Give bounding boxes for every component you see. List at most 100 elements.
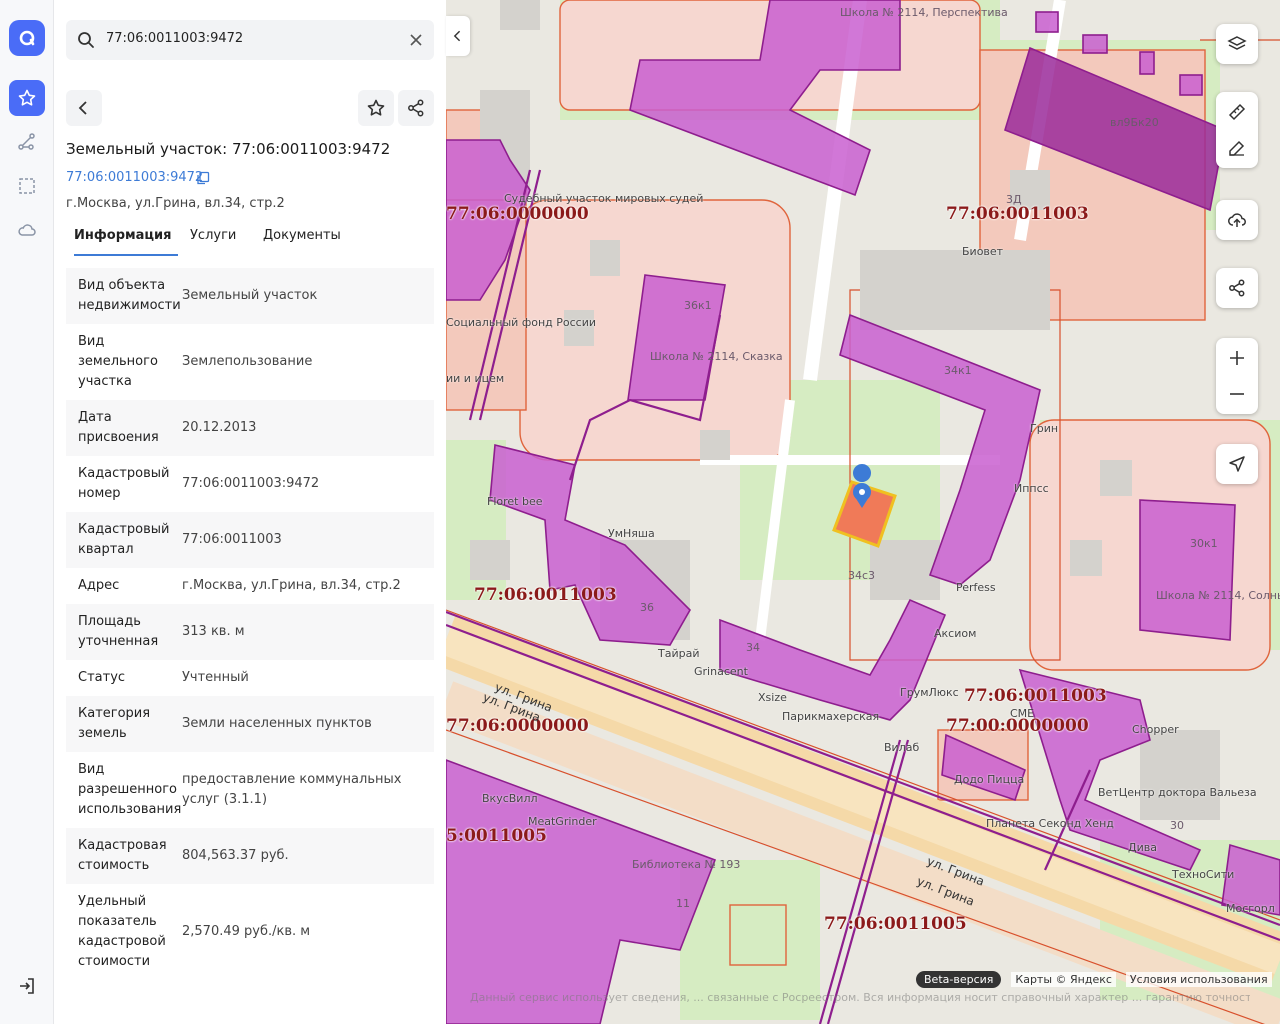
ruler-icon[interactable]	[1227, 102, 1247, 122]
building-label: Школа № 2114, Перспектива	[840, 6, 1008, 19]
cadastral-quarter-label: 77:06:0000000	[446, 204, 589, 224]
poi-label: Grinacent	[694, 665, 748, 678]
copyright-text[interactable]: Карты © Яндекс	[1011, 971, 1116, 987]
table-row: Кадастровый квартал 77:06:0011003	[66, 512, 434, 568]
chevron-left-icon	[78, 101, 87, 115]
tab-documents[interactable]: Документы	[263, 228, 341, 243]
share-button[interactable]	[398, 90, 434, 126]
field-label: Кадастровый квартал	[78, 522, 170, 557]
search-box[interactable]: 77:06:0011003:9472	[66, 20, 434, 60]
building-label: Школа № 2114, Сказка	[650, 350, 783, 363]
tab-bar: Информация Услуги Документы	[66, 224, 434, 256]
field-value: Землепользование	[182, 354, 313, 369]
address-text: г.Москва, ул.Грина, вл.34, стр.2	[66, 196, 285, 211]
upload-button[interactable]	[1216, 200, 1258, 240]
disclaimer-text: Данный сервис использует сведения, ... с…	[470, 991, 1250, 1004]
draw-tools-group	[1216, 92, 1258, 168]
clear-search-icon[interactable]	[406, 30, 426, 50]
share-icon	[1229, 279, 1245, 297]
field-value: Земли населенных пунктов	[182, 716, 372, 731]
field-label: Вид земельного участка	[78, 334, 158, 389]
back-button[interactable]	[66, 90, 102, 126]
building-label: 34к1	[944, 364, 972, 377]
field-label: Вид разрешенного использования	[78, 762, 182, 817]
select-area-nav[interactable]	[9, 168, 45, 204]
beta-badge: Beta-версия	[916, 970, 1002, 988]
layers-button[interactable]	[1216, 24, 1258, 64]
zoom-out-icon[interactable]	[1227, 384, 1247, 404]
table-row: Категория земель Земли населенных пунктов	[66, 696, 434, 752]
poi-label: Планета Секонд Хенд	[986, 817, 1114, 830]
poi-label: Chopper	[1132, 723, 1179, 736]
field-value: Учтенный	[182, 670, 249, 685]
cadastral-quarter-label: 77:06:0011003	[946, 204, 1089, 224]
poi-label: Додо Пицца	[954, 773, 1025, 786]
active-tab-indicator	[74, 254, 178, 256]
map-share-button[interactable]	[1216, 268, 1258, 308]
edit-icon[interactable]	[1227, 138, 1247, 158]
poi-label: Мосгорл	[1226, 902, 1275, 915]
poi-label: Вилаб	[884, 741, 920, 754]
table-row: Статус Учтенный	[66, 660, 434, 696]
field-value: 20.12.2013	[182, 420, 257, 435]
zoom-in-icon[interactable]	[1227, 348, 1247, 368]
collapse-panel-button[interactable]	[446, 16, 470, 56]
poi-label: MeatGrinder	[528, 815, 597, 828]
poi-label: ГрумЛюкс	[900, 686, 959, 699]
poi-label: Грин	[1030, 422, 1059, 435]
tab-info[interactable]: Информация	[74, 228, 172, 243]
info-panel: 77:06:0011003:9472 Земельный участок: 77…	[54, 0, 446, 1024]
cadastral-quarter-label: 77:06:0000000	[446, 716, 589, 736]
field-label: Дата присвоения	[78, 410, 159, 445]
route-nav[interactable]	[9, 124, 45, 160]
building-label: Библиотека № 193	[632, 858, 741, 871]
table-row: Вид земельного участка Землепользование	[66, 324, 434, 400]
tab-services[interactable]: Услуги	[190, 228, 236, 243]
poi-label: Аксиом	[934, 627, 977, 640]
favorite-button[interactable]	[358, 90, 394, 126]
field-value: 77:06:0011003	[182, 532, 282, 547]
copy-icon[interactable]	[196, 171, 210, 185]
table-row: Дата присвоения 20.12.2013	[66, 400, 434, 456]
cloud-upload-icon	[1228, 213, 1246, 227]
map-view[interactable]: 77:06:0000000 77:06:0011003 77:06:0011003 7…	[446, 0, 1280, 1024]
poi-label: Парикмахерская	[782, 710, 880, 723]
logout-icon	[20, 978, 34, 994]
cadastral-quarter-label: 5:0011005	[446, 826, 547, 846]
cadastral-number-link[interactable]: 77:06:0011003:9472	[66, 170, 203, 185]
field-value: 804,563.37 руб.	[182, 848, 289, 863]
field-label: Удельный показатель кадастровой стоимост…	[78, 894, 166, 969]
page-title: Земельный участок: 77:06:0011003:9472	[66, 140, 391, 158]
favorites-nav[interactable]	[9, 80, 45, 116]
field-label: Категория земель	[78, 706, 151, 741]
field-value: г.Москва, ул.Грина, вл.34, стр.2	[182, 578, 401, 593]
cloud-nav[interactable]	[9, 212, 45, 248]
app-logo[interactable]	[9, 20, 45, 56]
search-input[interactable]: 77:06:0011003:9472	[106, 31, 243, 46]
poi-label: Иппсс	[1014, 482, 1049, 495]
building-label: 36к1	[684, 299, 712, 312]
field-label: Адрес	[78, 578, 120, 593]
building-label: Школа № 2114, Солнышко	[1156, 589, 1280, 602]
building-label: 30к1	[1190, 537, 1218, 550]
poi-label: Xsize	[758, 691, 787, 704]
field-label: Вид объекта недвижимости	[78, 278, 181, 313]
logout-button[interactable]	[9, 968, 45, 1004]
table-row: Вид разрешенного использования предоставл…	[66, 752, 434, 828]
poi-label: Floret bee	[487, 495, 543, 508]
poi-label: Судебный участок мировых судей	[504, 192, 704, 205]
poi-label: УмНяша	[608, 527, 655, 540]
map-canvas[interactable]	[446, 0, 1280, 1024]
poi-label: Тайрай	[658, 647, 700, 660]
left-rail	[0, 0, 54, 1024]
poi-label: Дива	[1128, 841, 1157, 854]
field-value: предоставление коммунальных услуг (3.1.1…	[182, 772, 402, 807]
poi-label: Социальный фонд России	[446, 316, 597, 329]
locate-button[interactable]	[1216, 444, 1258, 484]
share-icon	[408, 99, 424, 117]
building-label: 34с3	[848, 569, 876, 582]
field-value: Земельный участок	[182, 288, 318, 303]
poi-label: СМЕ	[1010, 707, 1035, 720]
terms-link[interactable]: Условия использования	[1125, 971, 1272, 987]
table-row: Удельный показатель кадастровой стоимост…	[66, 884, 434, 980]
